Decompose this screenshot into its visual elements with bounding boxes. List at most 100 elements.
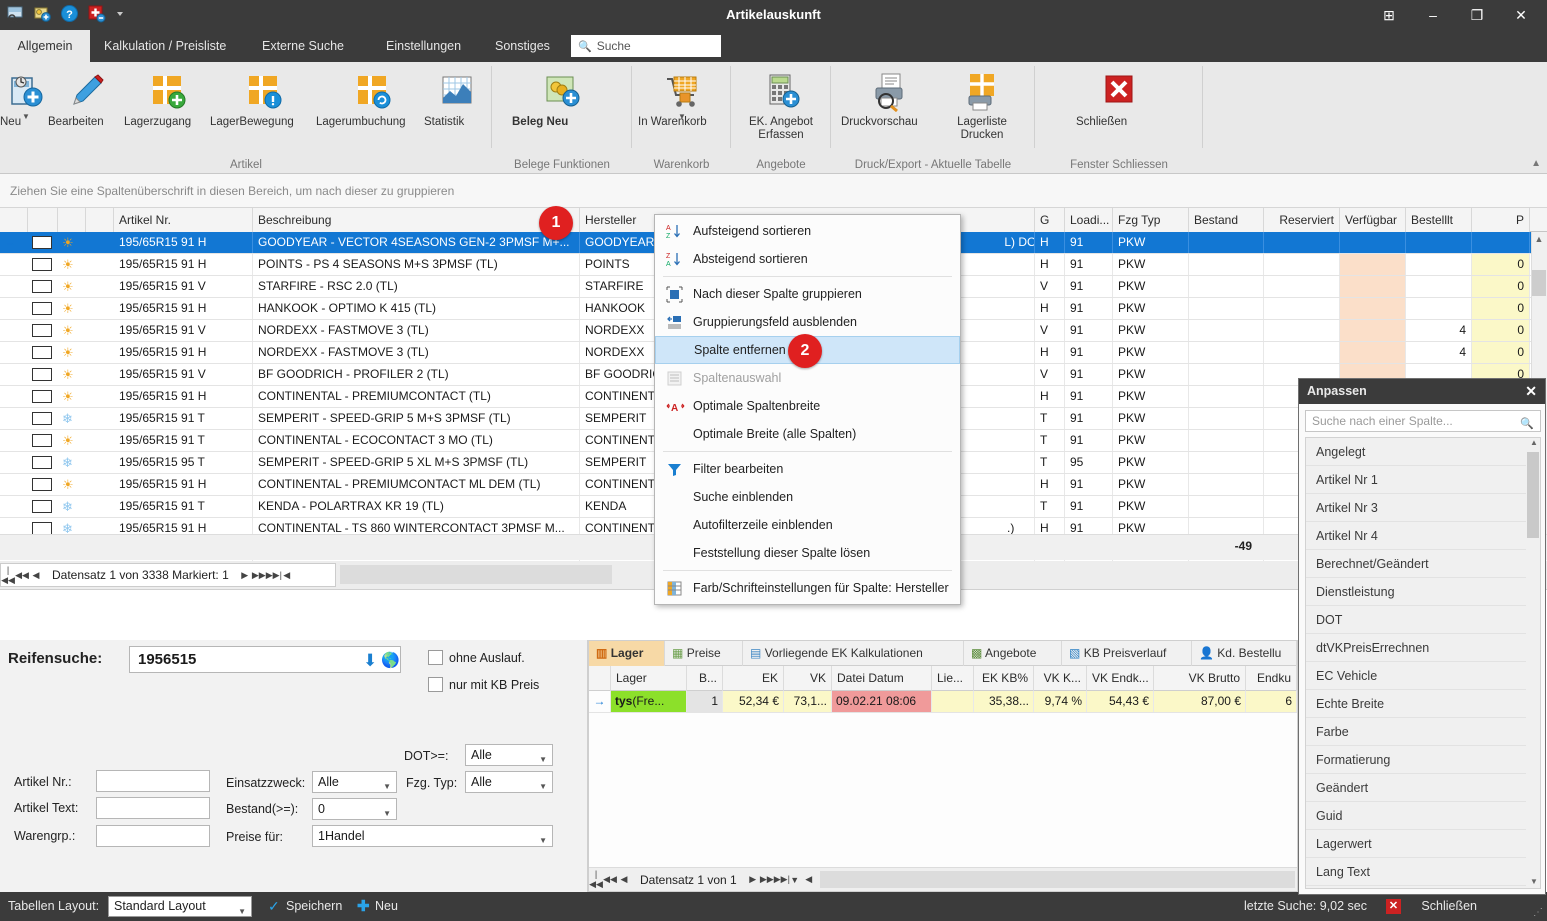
status-save-button[interactable]: Speichern (286, 892, 342, 921)
detail-nav-next-icon[interactable]: ▶ (746, 874, 760, 885)
row-checkbox[interactable] (32, 368, 52, 381)
menu-item-autofilterzeile-einblenden[interactable]: Autofilterzeile einblenden (655, 511, 960, 539)
ribbon-button-schliessen[interactable]: Schließen (1076, 68, 1162, 128)
menu-item-filter-bearbeiten[interactable]: Filter bearbeiten (655, 455, 960, 483)
minimize-button[interactable]: – (1411, 0, 1455, 30)
scroll-thumb[interactable] (1532, 270, 1546, 296)
detail-nav-collapse-icon[interactable]: ◀ (802, 874, 816, 885)
ribbon-button-ek-angebot-erfassen[interactable]: EK. Angebot Erfassen (736, 68, 826, 141)
detail-tab-preise[interactable]: ▦ Preise (665, 641, 743, 666)
status-close-button[interactable]: Schließen (1421, 892, 1477, 921)
ribbon-button-bearbeiten[interactable]: Bearbeiten (48, 68, 124, 128)
detail-horizontal-scrollbar[interactable] (819, 871, 1295, 888)
ribbon-button-druckvorschau[interactable]: Druckvorschau (841, 68, 937, 128)
detail-col-vk-k[interactable]: VK K... (1034, 666, 1087, 691)
quick-access-dropdown-caret-icon[interactable] (114, 4, 126, 23)
row-checkbox[interactable] (32, 478, 52, 491)
grid-col-indicator[interactable] (0, 208, 28, 232)
menu-item-aufsteigend-sortieren[interactable]: A Z Aufsteigend sortieren (655, 217, 960, 245)
ribbon-collapse-caret-icon[interactable]: ▲ (1531, 158, 1541, 169)
ribbon-button-lagerumbuchung[interactable]: Lagerumbuchung (316, 68, 428, 128)
checkbox-ohne-auslauf[interactable] (428, 650, 443, 665)
detail-col-lager[interactable]: Lager (611, 666, 687, 691)
detail-tab-vorliegende-ek-kalkulationen[interactable]: ▤ Vorliegende EK Kalkulationen (743, 641, 964, 666)
maximize-button[interactable]: ❐ (1455, 0, 1499, 30)
grid-col-check[interactable] (28, 208, 58, 232)
detail-nav-next-page-icon[interactable]: ▶▶ (760, 874, 774, 885)
nav-first-icon[interactable]: |◀◀ (1, 565, 15, 586)
ribbon-button-lagerliste-drucken[interactable]: Lagerliste Drucken (939, 68, 1025, 141)
select-fzg-typ[interactable]: Alle ▼ (465, 771, 553, 793)
anpassen-list-item[interactable]: Lang Text (1306, 858, 1540, 886)
row-checkbox[interactable] (32, 258, 52, 271)
anpassen-list-item[interactable]: Guid (1306, 802, 1540, 830)
checkbox-nur-mit-kb-preis[interactable] (428, 677, 443, 692)
row-checkbox[interactable] (32, 456, 52, 469)
anpassen-list-item[interactable]: dtVKPreisErrechnen (1306, 634, 1540, 662)
anpassen-list-item[interactable]: Geändert (1306, 774, 1540, 802)
check-icon[interactable]: ✓ (268, 892, 280, 921)
input-artikel-text[interactable] (96, 797, 210, 819)
close-window-button[interactable]: ✕ (1499, 0, 1543, 30)
help-icon[interactable]: ? (60, 4, 79, 23)
grid-col-loadi[interactable]: Loadi... (1065, 208, 1113, 232)
detail-col-vk[interactable]: VK (784, 666, 832, 691)
anpassen-scrollbar[interactable]: ▲ ▼ (1526, 438, 1540, 888)
plus-icon[interactable]: ✚ (357, 892, 370, 921)
row-checkbox[interactable] (32, 236, 52, 249)
article-icon[interactable] (6, 4, 25, 23)
anpassen-list-item[interactable]: Angelegt (1306, 438, 1540, 466)
grid-col-season[interactable] (58, 208, 86, 232)
menu-item-optimale-breite-alle-spalten[interactable]: Optimale Breite (alle Spalten) (655, 420, 960, 448)
nav-next-icon[interactable]: ▶ (238, 570, 252, 581)
price-tag-icon[interactable] (33, 4, 52, 23)
anpassen-list-item[interactable]: Lagerwert (1306, 830, 1540, 858)
anpassen-list-item[interactable]: Artikel Nr 4 (1306, 522, 1540, 550)
select-dot-gte[interactable]: Alle ▼ (465, 744, 553, 766)
select-preise-fuer[interactable]: 1Handel ▼ (312, 825, 553, 847)
row-checkbox[interactable] (32, 412, 52, 425)
anpassen-list-item[interactable]: Farbe (1306, 718, 1540, 746)
nav-collapse-icon[interactable]: ◀ (280, 570, 294, 581)
anpassen-list-item[interactable]: EC Vehicle (1306, 662, 1540, 690)
row-checkbox[interactable] (32, 324, 52, 337)
row-checkbox[interactable] (32, 500, 52, 513)
grid-col-artikelnr[interactable]: Artikel Nr. (114, 208, 253, 232)
menu-item-gruppierungsfeld-ausblenden[interactable]: Gruppierungsfeld ausblenden (655, 308, 960, 336)
tab-kalkulation-preisliste[interactable]: Kalkulation / Preisliste (90, 30, 240, 62)
group-panel-hint[interactable]: Ziehen Sie eine Spaltenüberschrift in di… (0, 174, 1547, 208)
input-warengrp[interactable] (96, 825, 210, 847)
scroll-up-icon[interactable]: ▲ (1532, 234, 1546, 248)
tab-externe-suche[interactable]: Externe Suche (248, 30, 358, 62)
row-checkbox[interactable] (32, 280, 52, 293)
menu-item-farb-schrifteinstellungen-f-r-spalte-hersteller[interactable]: Farb/Schrifteinstellungen für Spalte: He… (655, 574, 960, 602)
reifensuche-input[interactable]: 1956515 (129, 646, 401, 673)
detail-grid-row[interactable]: → tys(Fre... 1 52,34 € 73,1... 09.02.21 … (589, 691, 1297, 713)
anpassen-search-input[interactable]: Suche nach einer Spalte... 🔍 (1305, 410, 1541, 432)
grid-col-reserviert[interactable]: Reserviert (1264, 208, 1340, 232)
detail-col-endku[interactable]: Endku (1246, 666, 1297, 691)
detail-nav-first-icon[interactable]: |◀◀ (589, 869, 603, 890)
anpassen-scroll-thumb[interactable] (1527, 452, 1539, 538)
anpassen-list-item[interactable]: Berechnet/Geändert (1306, 550, 1540, 578)
detail-tab-kb-preisverlauf[interactable]: ▧ KB Preisverlauf (1062, 641, 1192, 666)
row-checkbox[interactable] (32, 390, 52, 403)
anpassen-list-item[interactable]: DOT (1306, 606, 1540, 634)
detail-nav-prev-icon[interactable]: ◀ (617, 874, 631, 885)
menu-item-suche-einblenden[interactable]: Suche einblenden (655, 483, 960, 511)
row-checkbox[interactable] (32, 302, 52, 315)
select-bestand-gte[interactable]: 0 ▼ (312, 798, 397, 820)
grid-col-fzgtyp[interactable]: Fzg Typ (1113, 208, 1189, 232)
detail-col-lie[interactable]: Lie... (932, 666, 974, 691)
menu-item-feststellung-dieser-spalte-l-sen[interactable]: Feststellung dieser Spalte lösen (655, 539, 960, 567)
ribbon-button-in-warenkorb[interactable]: In Warenkorb ▼ (638, 68, 726, 128)
anpassen-column-list[interactable]: Angelegt Artikel Nr 1 Artikel Nr 3 Artikel … (1305, 437, 1541, 889)
detail-tab-angebote[interactable]: ▩ Angebote (964, 641, 1062, 666)
ribbon-search-input[interactable]: 🔍 Suche (571, 35, 721, 57)
ribbon-button-neu[interactable]: Neu ▼ (0, 68, 52, 128)
nav-last-icon[interactable]: ▶▶| (266, 570, 282, 581)
row-checkbox[interactable] (32, 434, 52, 447)
detail-nav-prev-page-icon[interactable]: ◀◀ (603, 874, 617, 885)
resize-grip-icon[interactable]: ⋰ (1533, 907, 1543, 918)
input-artikel-nr[interactable] (96, 770, 210, 792)
